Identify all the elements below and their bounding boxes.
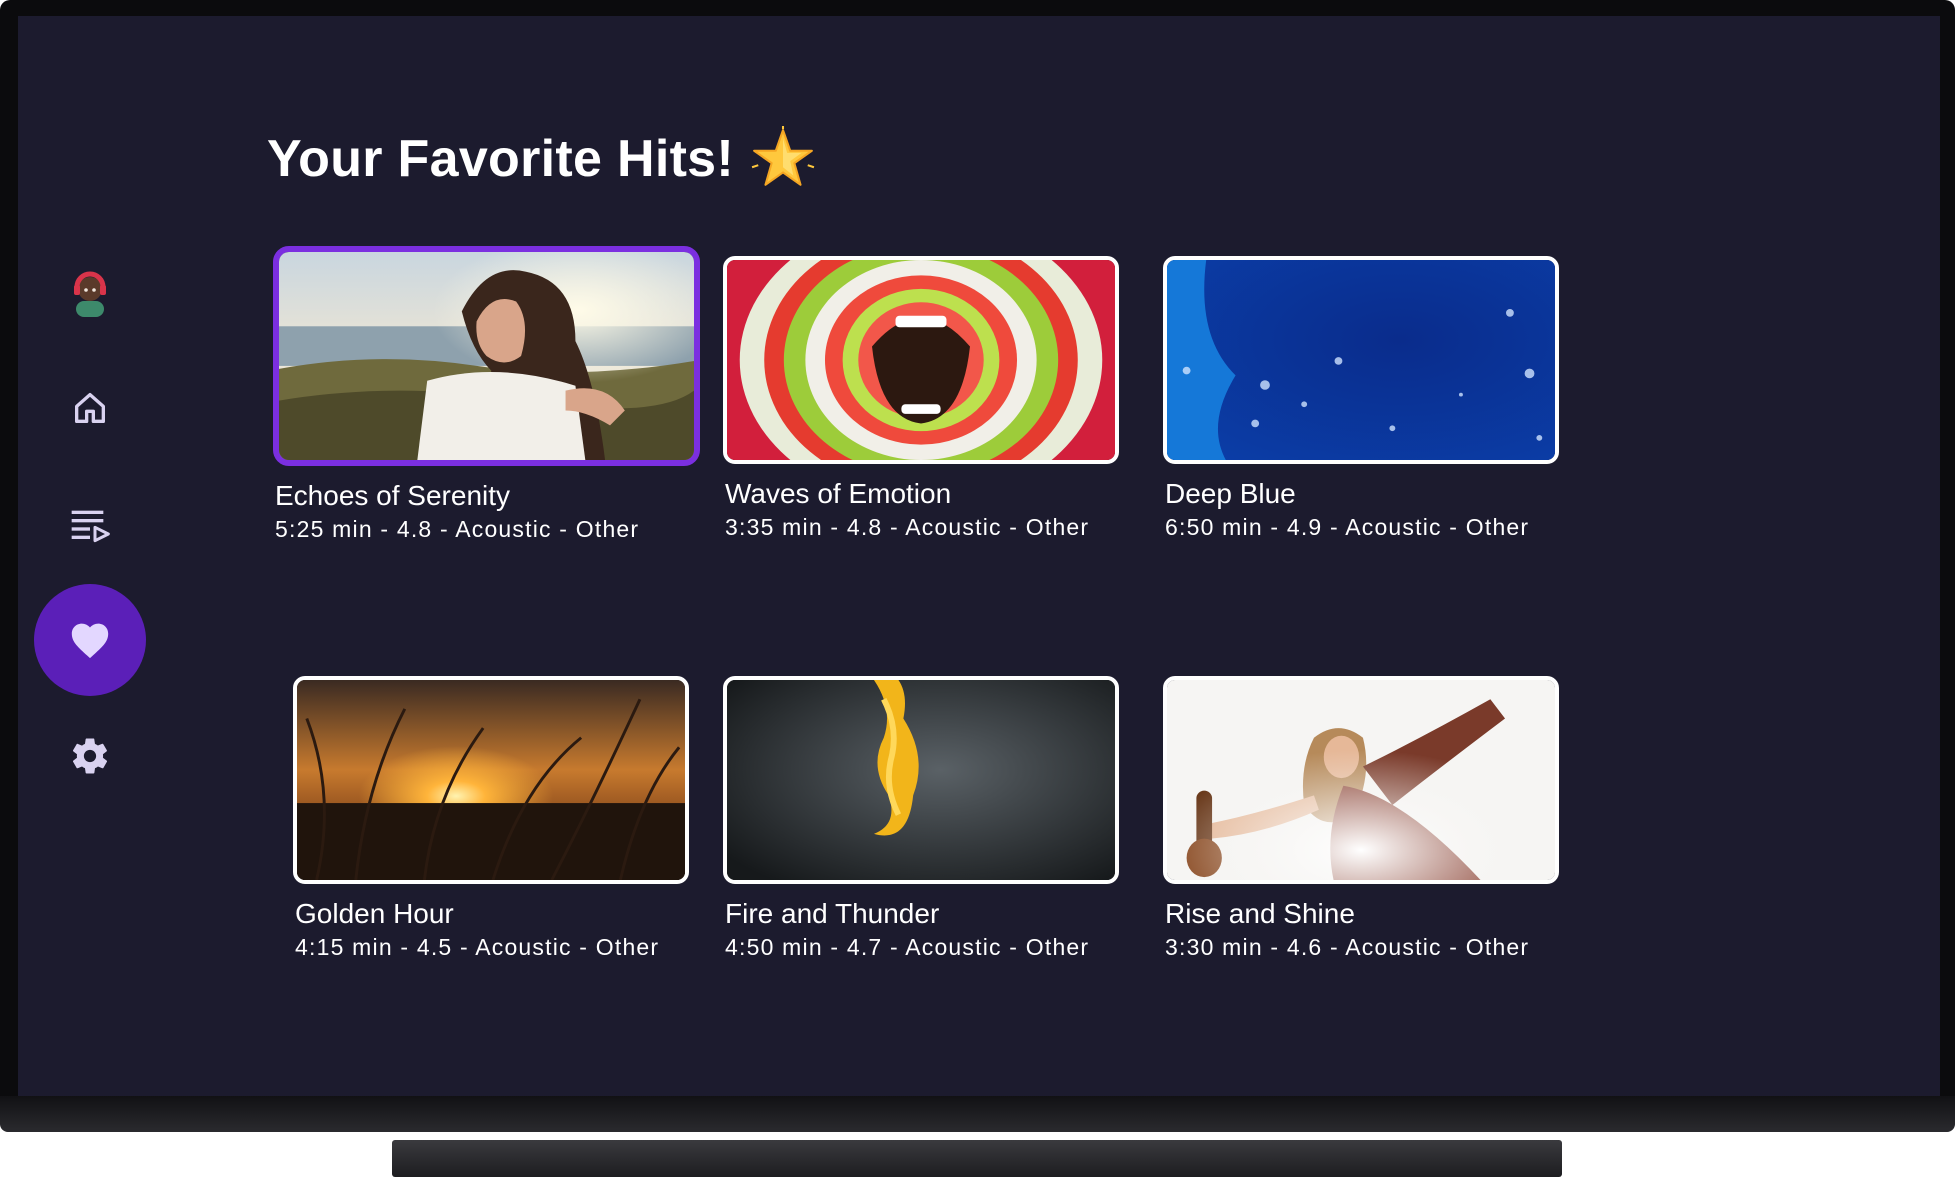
nav-item-settings[interactable] (34, 700, 146, 812)
card-meta: 3:35 min - 4.8 - Acoustic - Other (725, 514, 1090, 540)
nav-item-playlists[interactable] (34, 468, 146, 580)
gear-icon (72, 738, 108, 774)
nav-item-favorites[interactable] (34, 584, 146, 696)
heart-icon (71, 623, 109, 659)
card-title: Echoes of Serenity (275, 480, 511, 511)
tv-chin (0, 1096, 1955, 1132)
card-thumbnail (723, 676, 1119, 884)
home-icon (75, 393, 106, 423)
sparkle-star-icon (751, 126, 815, 186)
page-title-text: Your Favorite Hits! (267, 130, 735, 188)
page-title: Your Favorite Hits! (267, 126, 816, 192)
nav-item-profile[interactable] (34, 236, 146, 348)
card-meta: 5:25 min - 4.8 - Acoustic - Other (275, 516, 640, 542)
track-card-fire-and-thunder[interactable]: Fire and Thunder 4:50 min - 4.7 - Acoust… (723, 676, 1119, 961)
nav-item-home[interactable] (34, 352, 146, 464)
card-title: Fire and Thunder (725, 898, 940, 929)
card-meta: 4:50 min - 4.7 - Acoustic - Other (725, 934, 1090, 960)
card-title: Golden Hour (295, 898, 454, 929)
track-card-waves-of-emotion[interactable]: Waves of Emotion 3:35 min - 4.8 - Acoust… (723, 256, 1119, 541)
track-card-echoes-of-serenity[interactable]: Echoes of Serenity 5:25 min - 4.8 - Acou… (273, 246, 700, 543)
avatar-icon (74, 271, 106, 317)
track-card-deep-blue[interactable]: Deep Blue 6:50 min - 4.9 - Acoustic - Ot… (1163, 256, 1559, 541)
playlist-icon (71, 510, 110, 543)
card-meta: 6:50 min - 4.9 - Acoustic - Other (1165, 514, 1530, 540)
track-card-rise-and-shine[interactable]: Rise and Shine 3:30 min - 4.6 - Acoustic… (1163, 676, 1559, 961)
tv-stand (392, 1140, 1562, 1177)
card-thumbnail (273, 246, 700, 466)
card-title: Deep Blue (1165, 478, 1296, 509)
card-title: Rise and Shine (1165, 898, 1355, 929)
card-meta: 4:15 min - 4.5 - Acoustic - Other (295, 934, 660, 960)
card-thumbnail (293, 676, 689, 884)
card-title: Waves of Emotion (725, 478, 952, 509)
card-thumbnail (723, 256, 1119, 464)
card-thumbnail (1163, 676, 1559, 884)
track-card-golden-hour[interactable]: Golden Hour 4:15 min - 4.5 - Acoustic - … (293, 676, 689, 961)
card-meta: 3:30 min - 4.6 - Acoustic - Other (1165, 934, 1530, 960)
tv-screen: Your Favorite Hits! Echoes of Serenity 5… (18, 16, 1940, 1096)
card-thumbnail (1163, 256, 1559, 464)
